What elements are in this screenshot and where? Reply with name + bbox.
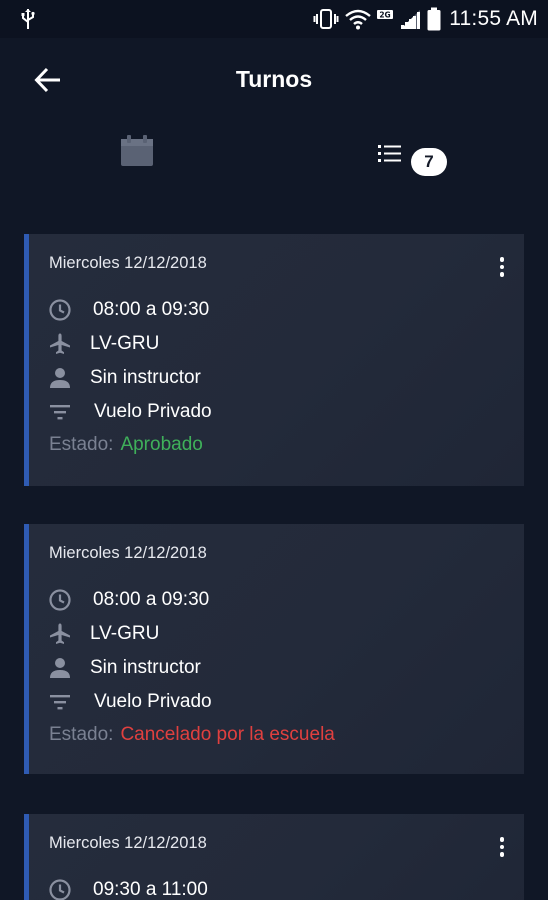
status-bar: 2G 11:55 AM xyxy=(0,0,548,38)
turno-aircraft-row: LV-GRU xyxy=(47,620,159,648)
turno-instructor-row: Sin instructor xyxy=(47,364,201,392)
turno-type-row: Vuelo Privado xyxy=(47,688,212,716)
airplane-icon xyxy=(47,621,73,647)
turno-time: 08:00 a 09:30 xyxy=(93,299,210,320)
clock-icon xyxy=(47,587,73,613)
person-icon xyxy=(47,655,73,681)
clock-icon xyxy=(47,297,73,323)
kebab-dot xyxy=(499,837,505,842)
filter-icon xyxy=(47,399,73,425)
calendar-icon xyxy=(120,134,154,172)
kebab-dot xyxy=(499,264,505,270)
tab-list[interactable]: 7 xyxy=(274,122,548,192)
turno-card[interactable]: Miercoles 12/12/2018 08:00 a 09:30 LV-GR… xyxy=(24,524,524,774)
turno-instructor: Sin instructor xyxy=(90,657,201,678)
tab-calendar[interactable] xyxy=(0,122,274,192)
filter-icon xyxy=(47,689,73,715)
count-badge: 7 xyxy=(411,148,447,176)
turno-date: Miercoles 12/12/2018 xyxy=(49,544,207,562)
turno-instructor: Sin instructor xyxy=(90,367,201,388)
turno-type-row: Vuelo Privado xyxy=(47,398,212,426)
usb-icon xyxy=(18,8,38,30)
turno-status-row: Estado: Cancelado por la escuela xyxy=(49,724,335,746)
turno-time: 09:30 a 11:00 xyxy=(93,879,208,900)
more-options-button[interactable] xyxy=(494,254,510,280)
svg-text:2G: 2G xyxy=(380,11,391,20)
more-options-button[interactable] xyxy=(494,834,510,860)
kebab-dot xyxy=(499,844,505,850)
turno-aircraft-row: LV-GRU xyxy=(47,330,159,358)
turno-time: 08:00 a 09:30 xyxy=(93,589,210,610)
turno-instructor-row: Sin instructor xyxy=(47,654,201,682)
view-tabs: 7 xyxy=(0,122,548,192)
turno-card[interactable]: Miercoles 12/12/2018 09:30 a 11:00 xyxy=(24,814,524,900)
turno-time-row: 09:30 a 11:00 xyxy=(47,876,208,900)
status-label: Estado: xyxy=(49,434,114,455)
turno-aircraft: LV-GRU xyxy=(90,623,160,644)
turno-type: Vuelo Privado xyxy=(94,401,212,422)
app-bar: Turnos xyxy=(0,38,548,122)
kebab-dot xyxy=(499,272,505,277)
clock: 11:55 AM xyxy=(449,7,538,30)
status-label: Estado: xyxy=(49,724,114,745)
turno-time-row: 08:00 a 09:30 xyxy=(47,586,209,614)
status-badge: Aprobado xyxy=(120,434,203,455)
wifi-icon xyxy=(345,8,371,30)
turno-time-row: 08:00 a 09:30 xyxy=(47,296,209,324)
vibrate-icon xyxy=(313,8,339,30)
turno-date: Miercoles 12/12/2018 xyxy=(49,834,207,852)
kebab-dot xyxy=(499,852,505,857)
airplane-icon xyxy=(47,331,73,357)
turno-date: Miercoles 12/12/2018 xyxy=(49,254,207,272)
turno-status-row: Estado: Aprobado xyxy=(49,434,203,456)
turno-type: Vuelo Privado xyxy=(94,691,212,712)
signal-icon xyxy=(399,8,421,30)
kebab-dot xyxy=(499,257,505,262)
turno-card[interactable]: Miercoles 12/12/2018 08:00 a 09:30 LV-GR… xyxy=(24,234,524,486)
status-badge: Cancelado por la escuela xyxy=(120,724,335,745)
battery-icon xyxy=(427,7,441,31)
lte-icon: 2G xyxy=(377,8,394,30)
turno-aircraft: LV-GRU xyxy=(90,333,160,354)
clock-icon xyxy=(47,877,73,900)
turnos-list: Miercoles 12/12/2018 08:00 a 09:30 LV-GR… xyxy=(0,192,548,900)
list-icon xyxy=(377,142,403,171)
page-title: Turnos xyxy=(235,66,313,92)
person-icon xyxy=(47,365,73,391)
